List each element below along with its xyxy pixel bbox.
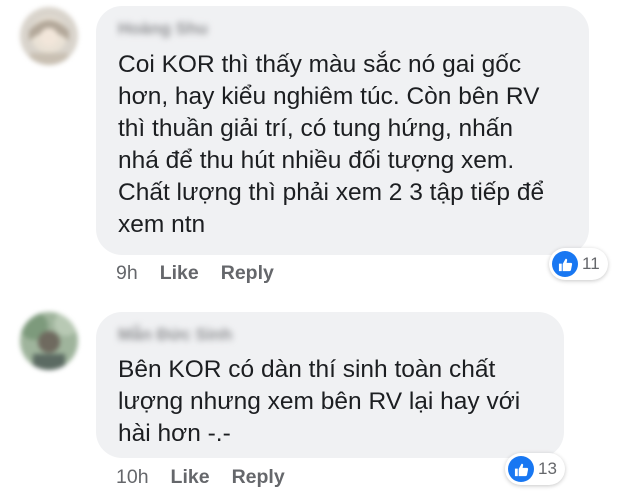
comment-actions: 9h Like Reply <box>116 262 274 285</box>
comment-text-line: nhá để thu hút nhiều đối tượng xem. <box>118 147 515 174</box>
comment-text-line: thì thuần giải trí, có tung hứng, nhấn <box>118 115 514 142</box>
thumbs-up-icon <box>508 456 534 482</box>
comment-actions: 10h Like Reply <box>116 466 285 489</box>
comment-text-line: xem ntn <box>118 211 206 238</box>
reaction-count: 13 <box>538 459 557 478</box>
comment-text-line: lượng nhưng xem bên RV lại hay với <box>118 388 521 415</box>
comment-text-line: Coi KOR thì thấy màu sắc nó gai gốc <box>118 51 522 78</box>
reply-button[interactable]: Reply <box>232 466 285 488</box>
like-button[interactable]: Like <box>160 262 199 284</box>
comment-text-line: Bên KOR có dàn thí sinh toàn chất <box>118 356 496 383</box>
reaction-count-pill[interactable]: 11 <box>549 248 608 280</box>
comment-text-line: Chất lượng thì phải xem 2 3 tập tiếp để <box>118 179 545 206</box>
reaction-count: 11 <box>582 254 600 273</box>
thumbs-up-icon <box>552 251 578 277</box>
comment-text-line: hài hơn -.- <box>118 420 231 447</box>
avatar[interactable] <box>20 312 78 370</box>
comment-text-line: hơn, hay kiểu nghiêm túc. Còn bên RV <box>118 83 540 110</box>
reply-button[interactable]: Reply <box>221 262 274 284</box>
avatar[interactable] <box>20 7 78 65</box>
reaction-count-pill[interactable]: 13 <box>505 453 565 485</box>
comment-bubble: Hoàng Shu Coi KOR thì thấy màu sắc nó ga… <box>96 6 589 255</box>
comment-bubble: Mẫn Đức Sinh Bên KOR có dàn thí sinh toà… <box>96 312 564 458</box>
comment-author[interactable]: Hoàng Shu <box>118 19 208 39</box>
like-button[interactable]: Like <box>171 466 210 488</box>
comment-timestamp[interactable]: 9h <box>116 262 138 284</box>
comment-author[interactable]: Mẫn Đức Sinh <box>118 325 232 345</box>
comment-timestamp[interactable]: 10h <box>116 466 149 488</box>
